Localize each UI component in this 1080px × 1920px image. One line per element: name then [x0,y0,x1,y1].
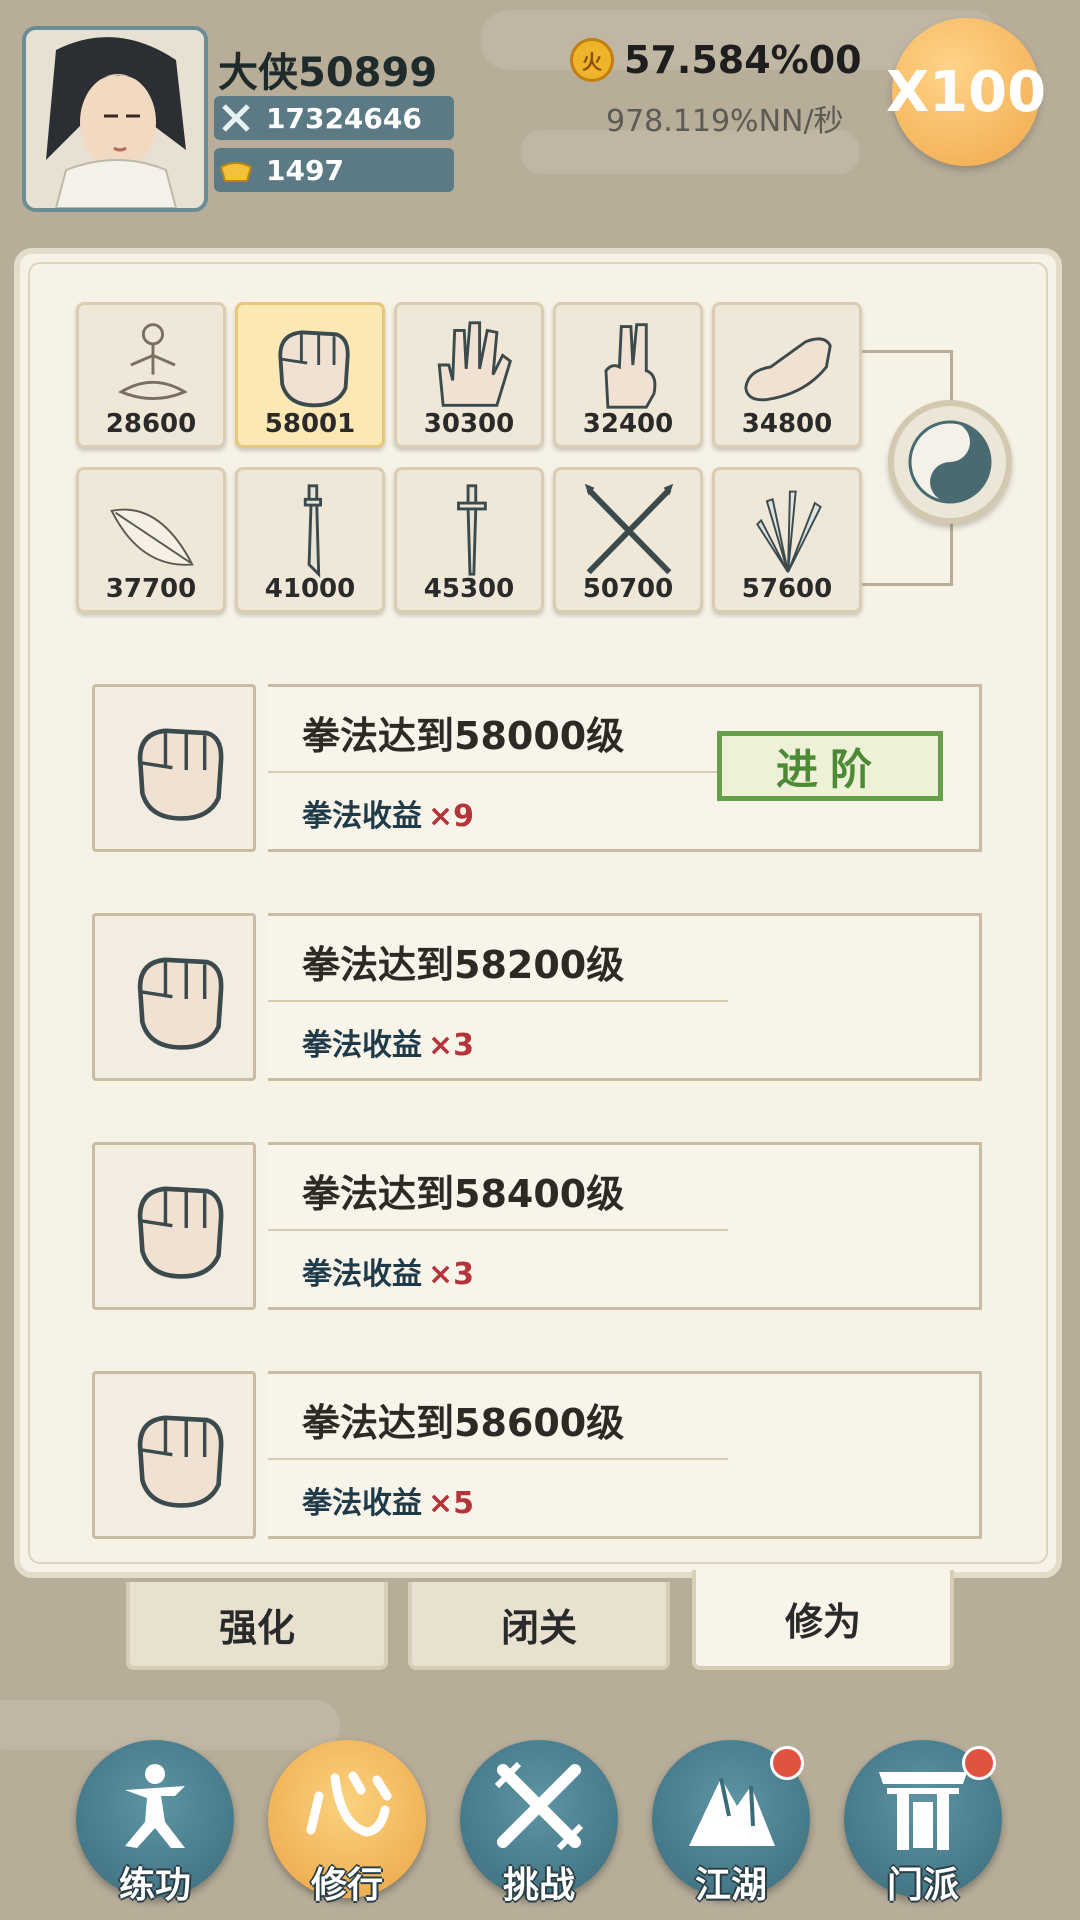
skill-slot[interactable]: 57600 [712,467,862,613]
notification-dot [962,1746,996,1780]
heart-character-icon [306,1771,392,1837]
skill-level: 30300 [423,409,515,439]
task-row: 拳法达到58400级拳法收益 ×3 [92,1142,982,1310]
task-goal: 拳法达到58600级 [302,1401,625,1445]
skill-level: 45300 [423,574,515,604]
task-row: 拳法达到58600级拳法收益 ×5 [92,1371,982,1539]
avatar[interactable] [22,26,208,212]
nav-button[interactable]: 江湖 [652,1740,810,1906]
skill-level: 57600 [741,574,833,604]
task-goal: 拳法达到58000级 [302,714,625,758]
task-icon-box [92,913,256,1081]
task-row: 拳法达到58000级拳法收益 ×9 进阶 [92,684,982,852]
ingot-value: 1497 [266,153,344,187]
tab-strengthen[interactable]: 强化 [126,1582,388,1670]
skill-slot[interactable]: 32400 [553,302,703,448]
task-divider [268,1229,728,1231]
darts-icon [756,490,822,573]
reward-multiplier: ×3 [428,1257,475,1292]
notification-dot [770,1746,804,1780]
task-reward: 拳法收益 ×3 [302,1028,475,1063]
skill-slot[interactable]: 41000 [235,467,385,613]
task-goal: 拳法达到58400级 [302,1172,625,1216]
tab-cultivation[interactable]: 修为 [692,1570,954,1670]
task-body: 拳法达到58200级拳法收益 ×3 [268,913,982,1081]
skill-level: 50700 [582,574,674,604]
skill-level: 41000 [264,574,356,604]
skill-slot[interactable]: 34800 [712,302,862,448]
nav-button[interactable]: 修行 [268,1740,426,1906]
crossed-swords-icon [494,1761,584,1851]
skill-slot[interactable]: 37700 [76,467,226,613]
yin-yang-button[interactable] [888,400,1012,524]
skill-slot[interactable]: 30300 [394,302,544,448]
feather-icon [110,508,194,566]
task-body: 拳法达到58400级拳法收益 ×3 [268,1142,982,1310]
martial-figure-icon [125,1764,185,1848]
avatar-portrait-icon [26,30,204,208]
yin-yang-icon [908,420,992,504]
fist-icon [137,728,224,821]
combat-power-chip: 17324646 [214,96,454,140]
gold-rate: 978.119%NN/秒 [606,104,844,139]
combat-power-value: 17324646 [266,101,422,135]
nav-label: 江湖 [694,1865,767,1906]
two-finger-icon [604,323,657,409]
nav-label: 门派 [886,1865,959,1906]
task-goal: 拳法达到58200级 [302,943,625,987]
skill-level: 37700 [105,574,197,604]
task-divider [268,771,728,773]
reward-multiplier: ×5 [428,1486,475,1521]
fist-icon [278,330,350,408]
shoe-icon [744,337,832,402]
skill-slot[interactable]: 58001 [235,302,385,448]
tab-seclusion[interactable]: 闭关 [408,1582,670,1670]
advance-button[interactable]: 进阶 [717,731,943,801]
fist-icon [137,1415,224,1508]
task-divider [268,1000,728,1002]
nav-button[interactable]: 练功 [76,1740,234,1906]
crossed-swords-icon [214,96,258,140]
task-row: 拳法达到58200级拳法收益 ×3 [92,913,982,1081]
gold-value: 57.584%00 [624,38,862,82]
mountain-icon [689,1777,775,1846]
skill-level: 34800 [741,409,833,439]
meditation-icon [118,323,188,400]
task-reward: 拳法收益 ×3 [302,1257,475,1292]
reward-multiplier: ×3 [428,1028,475,1063]
sword-icon [457,484,487,576]
skill-level: 28600 [105,409,197,439]
task-icon-box [92,1371,256,1539]
reward-multiplier: ×9 [428,799,475,834]
gate-icon [879,1772,967,1850]
task-icon-box [92,684,256,852]
nav-label: 挑战 [502,1865,575,1906]
task-reward: 拳法收益 ×9 [302,799,475,834]
nav-label: 修行 [310,1865,383,1906]
nav-button[interactable]: 挑战 [460,1740,618,1906]
task-reward: 拳法收益 ×5 [302,1486,475,1521]
palm-icon [437,321,512,407]
flame-coin-icon: 火 [570,38,614,82]
task-icon-box [92,1142,256,1310]
gold-counter: 火 57.584%00 [570,38,862,82]
player-name: 大侠50899 [218,50,438,96]
spear-icon [584,483,674,575]
nav-label: 练功 [118,1865,191,1906]
ingot-chip: 1497 [214,148,454,192]
task-divider [268,1458,728,1460]
skill-slot[interactable]: 28600 [76,302,226,448]
task-body: 拳法达到58600级拳法收益 ×5 [268,1371,982,1539]
skill-level: 58001 [264,409,356,439]
nav-button[interactable]: 门派 [844,1740,1002,1906]
saber-icon [303,484,323,578]
fist-icon [137,1186,224,1279]
skill-slot[interactable]: 50700 [553,467,703,613]
skill-level: 32400 [582,409,674,439]
multiplier-button[interactable]: X100 [886,18,1046,166]
gold-ingot-icon [214,148,258,192]
fist-icon [137,957,224,1050]
skill-slot[interactable]: 45300 [394,467,544,613]
task-body: 拳法达到58000级拳法收益 ×9 进阶 [268,684,982,852]
